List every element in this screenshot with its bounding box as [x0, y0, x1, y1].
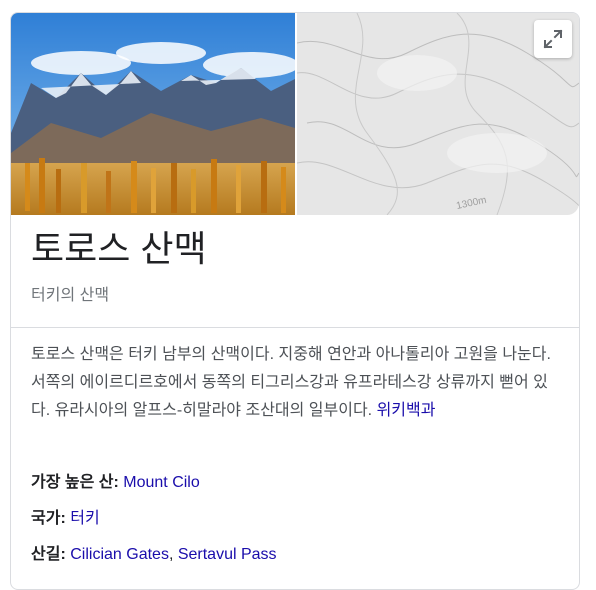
media-strip: 1300m [11, 13, 579, 215]
mountain-photo-image [11, 13, 295, 215]
mountain-photo[interactable] [11, 13, 295, 215]
fact-highest-peak: 가장 높은 산: Mount Cilo [31, 473, 571, 509]
divider [11, 327, 579, 328]
fact-link-sertavul-pass[interactable]: Sertavul Pass [178, 546, 277, 563]
expand-icon [543, 29, 563, 49]
fact-separator: , [168, 546, 178, 563]
fact-label: 산길: [31, 546, 66, 563]
fact-link-cilician-gates[interactable]: Cilician Gates [70, 546, 169, 563]
description-text: 토로스 산맥은 터키 남부의 산맥이다. 지중해 연안과 아나톨리아 고원을 나… [31, 346, 551, 419]
expand-button[interactable] [534, 20, 572, 58]
panel-subtitle: 터키의 산맥 [31, 287, 110, 304]
wikipedia-link[interactable]: 위키백과 [377, 402, 436, 419]
fact-link-turkey[interactable]: 터키 [70, 510, 99, 527]
fact-passes: 산길: Cilician Gates, Sertavul Pass [31, 545, 571, 581]
panel-description: 토로스 산맥은 터키 남부의 산맥이다. 지중해 연안과 아나톨리아 고원을 나… [31, 341, 563, 425]
fact-link-mount-cilo[interactable]: Mount Cilo [123, 474, 199, 491]
fact-label: 가장 높은 산: [31, 474, 119, 491]
fact-country: 국가: 터키 [31, 509, 571, 545]
panel-title: 토로스 산맥 [31, 228, 207, 269]
facts-list: 가장 높은 산: Mount Cilo 국가: 터키 산길: Cilician … [31, 473, 571, 581]
fact-label: 국가: [31, 510, 66, 527]
knowledge-panel: 1300m 토로스 산맥 터키의 산맥 토로스 산맥은 터키 남부의 산맥이다.… [10, 12, 580, 590]
